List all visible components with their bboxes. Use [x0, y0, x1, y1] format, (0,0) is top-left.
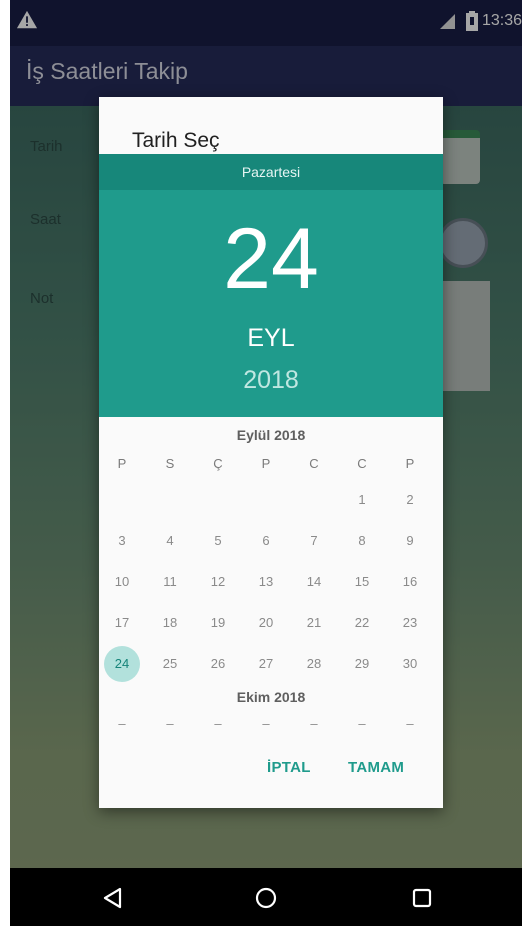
calendar-next-month-title: Ekim 2018	[236, 689, 306, 705]
calendar-day-placeholder: –	[358, 716, 366, 731]
calendar-day-selected[interactable]: 24	[104, 646, 140, 682]
calendar-day[interactable]: 15	[344, 567, 380, 597]
calendar-day[interactable]: 8	[344, 526, 380, 556]
calendar-day-placeholder: –	[118, 716, 126, 731]
date-picker-dialog: Tarih Seç Pazartesi 24 EYL 2018 Eylül 20…	[99, 97, 443, 808]
calendar-day[interactable]: 20	[248, 608, 284, 638]
home-icon[interactable]	[255, 887, 277, 909]
calendar-day[interactable]: 27	[248, 649, 284, 679]
calendar-day[interactable]: 10	[104, 567, 140, 597]
navigation-bar	[10, 868, 522, 926]
header-weekday: Pazartesi	[99, 154, 443, 190]
calendar-day[interactable]: 28	[296, 649, 332, 679]
ok-button[interactable]: TAMAM	[348, 759, 404, 776]
weekday-header: P	[261, 456, 271, 471]
calendar-day[interactable]: 1	[344, 485, 380, 515]
cancel-button[interactable]: İPTAL	[267, 759, 311, 776]
calendar-day[interactable]: 12	[200, 567, 236, 597]
calendar-week-row: 17 18 19 20 21 22 23	[99, 608, 443, 638]
header-month[interactable]: EYL	[99, 324, 443, 353]
phone-screen: 13:36 İş Saatleri Takip Tarih Saat Not T…	[10, 0, 522, 926]
calendar-week-row: 24 25 26 27 28 29 30	[99, 646, 443, 682]
calendar-day[interactable]: 6	[248, 526, 284, 556]
calendar-day[interactable]: 16	[392, 567, 428, 597]
calendar-day[interactable]: 5	[200, 526, 236, 556]
calendar-next-week-row: – – – – – – –	[99, 709, 443, 739]
calendar-day[interactable]: 11	[152, 567, 188, 597]
weekday-header: C	[357, 456, 367, 471]
calendar-day[interactable]: 25	[152, 649, 188, 679]
calendar-day-placeholder: –	[406, 716, 414, 731]
weekday-header: S	[165, 456, 175, 471]
calendar-day[interactable]: 14	[296, 567, 332, 597]
calendar-day[interactable]: 13	[248, 567, 284, 597]
calendar-day[interactable]: 17	[104, 608, 140, 638]
calendar-day-placeholder: –	[166, 716, 174, 731]
back-icon[interactable]	[102, 887, 122, 909]
weekday-header: C	[309, 456, 319, 471]
calendar-day[interactable]: 30	[392, 649, 428, 679]
recents-icon[interactable]	[412, 888, 432, 908]
header-day[interactable]: 24	[99, 209, 443, 309]
weekday-header-row: P S Ç P C C P	[99, 449, 443, 479]
calendar-day[interactable]: 23	[392, 608, 428, 638]
calendar-day[interactable]: 21	[296, 608, 332, 638]
calendar-day[interactable]: 29	[344, 649, 380, 679]
calendar-day-placeholder: –	[214, 716, 222, 731]
calendar-week-row: 3 4 5 6 7 8 9	[99, 526, 443, 556]
calendar-day[interactable]: 26	[200, 649, 236, 679]
calendar-month-title: Eylül 2018	[236, 427, 306, 443]
weekday-header: P	[405, 456, 415, 471]
header-year[interactable]: 2018	[99, 366, 443, 395]
calendar-day[interactable]: 19	[200, 608, 236, 638]
calendar-week-row: 1 2	[99, 485, 443, 515]
weekday-header: Ç	[213, 456, 223, 471]
calendar-day[interactable]: 18	[152, 608, 188, 638]
calendar-day[interactable]: 7	[296, 526, 332, 556]
calendar-day-placeholder: –	[262, 716, 270, 731]
calendar-day[interactable]: 2	[392, 485, 428, 515]
weekday-header: P	[117, 456, 127, 471]
calendar-day[interactable]: 4	[152, 526, 188, 556]
calendar-day[interactable]: 9	[392, 526, 428, 556]
calendar-week-row: 10 11 12 13 14 15 16	[99, 567, 443, 597]
dialog-title: Tarih Seç	[132, 129, 220, 152]
date-picker-header: Pazartesi 24 EYL 2018	[99, 154, 443, 417]
calendar-day[interactable]: 3	[104, 526, 140, 556]
calendar-day[interactable]: 22	[344, 608, 380, 638]
calendar-day-placeholder: –	[310, 716, 318, 731]
